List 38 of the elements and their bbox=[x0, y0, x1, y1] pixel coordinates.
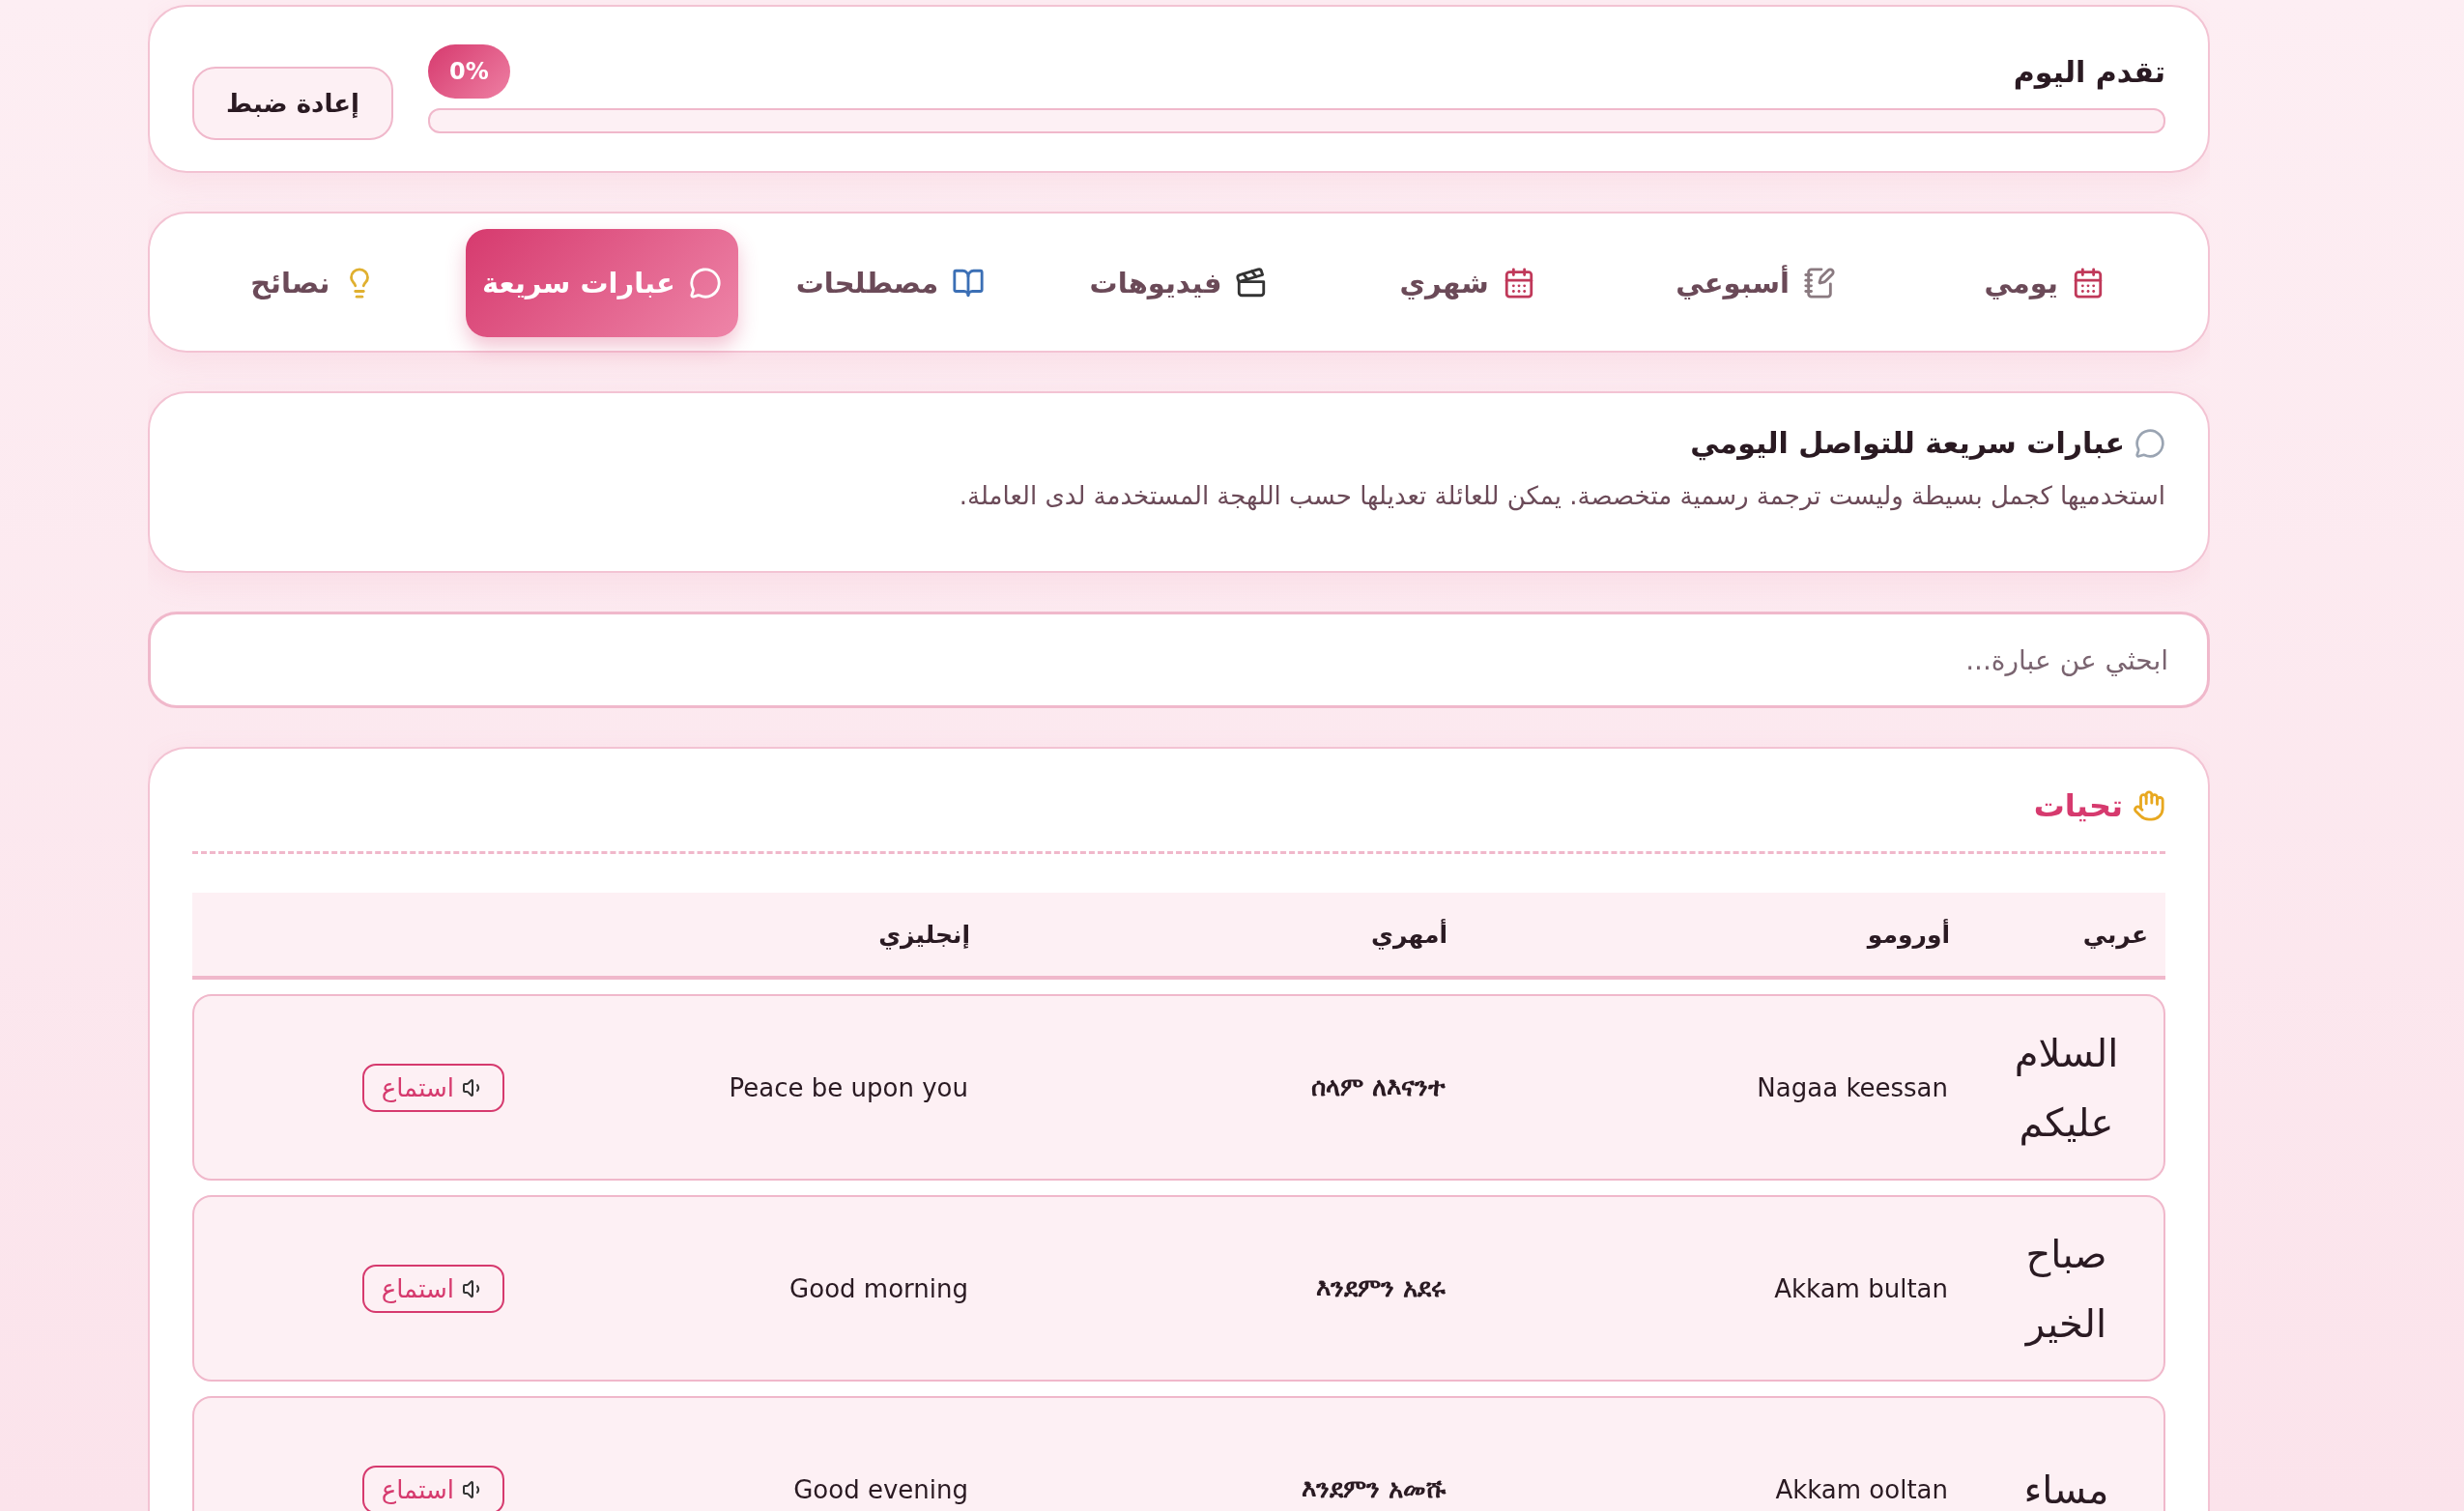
speech-bubble-icon bbox=[2135, 427, 2165, 459]
intro-description: استخدميها كجمل بسيطة وليست ترجمة رسمية متخصصة. يمكن للعائلة تعديلها حسب اللهجة المستخدمة لدى العاملة. bbox=[958, 481, 2165, 510]
arabic-phrase: السلام عليكم bbox=[2013, 1029, 2120, 1148]
tab[interactable]: مصطلحات bbox=[754, 229, 1027, 337]
oromo-phrase: Akkam ooltan bbox=[1774, 1474, 1948, 1504]
tab[interactable]: أسبوعي bbox=[1619, 229, 1893, 337]
column-header: أمهري bbox=[1369, 920, 1447, 949]
speech-bubble-icon bbox=[688, 267, 722, 299]
search-field[interactable]: ابحثي عن عبارة... bbox=[148, 612, 2210, 708]
oromo-phrase: Nagaa keessan bbox=[1756, 1072, 1948, 1102]
percent-badge: 0% bbox=[428, 44, 510, 99]
tab[interactable]: نصائح bbox=[177, 229, 450, 337]
reset-button[interactable]: إعادة ضبط bbox=[192, 67, 393, 140]
amharic-phrase: ሰላም ለእናንተ bbox=[1309, 1072, 1446, 1102]
listen-button[interactable]: استماع bbox=[361, 1264, 504, 1313]
arabic-phrase: صباح الخير bbox=[2023, 1230, 2108, 1349]
book-icon bbox=[952, 267, 986, 299]
amharic-phrase: እንደምን አመሹ bbox=[1300, 1474, 1446, 1504]
section-title: تحيات bbox=[2033, 787, 2123, 824]
amharic-phrase: እንደምን አደሩ bbox=[1314, 1273, 1446, 1303]
oromo-phrase: Akkam bultan bbox=[1773, 1273, 1948, 1303]
arabic-phrase: مساء bbox=[2022, 1466, 2110, 1511]
hand-icon bbox=[2133, 789, 2165, 822]
notepad-icon bbox=[1802, 267, 1836, 299]
listen-button[interactable]: استماع bbox=[361, 1465, 504, 1511]
column-header: إنجليزي bbox=[877, 920, 970, 949]
column-header: أورومو bbox=[1865, 920, 1950, 949]
english-phrase: Good morning bbox=[788, 1273, 968, 1303]
column-header: عربي bbox=[2081, 920, 2148, 949]
tab[interactable]: يومي bbox=[1907, 229, 2181, 337]
tab[interactable]: فيديوهات bbox=[1042, 229, 1316, 337]
intro-title: عبارات سريعة للتواصل اليومي bbox=[1690, 426, 2125, 460]
listen-button[interactable]: استماع bbox=[361, 1063, 504, 1112]
tab[interactable]: عبارات سريعة bbox=[465, 229, 739, 337]
progress-title: تقدم اليوم bbox=[2013, 54, 2165, 89]
english-phrase: Good evening bbox=[792, 1474, 968, 1504]
english-phrase: Peace be upon you bbox=[728, 1072, 968, 1102]
tab[interactable]: شهري bbox=[1331, 229, 1604, 337]
